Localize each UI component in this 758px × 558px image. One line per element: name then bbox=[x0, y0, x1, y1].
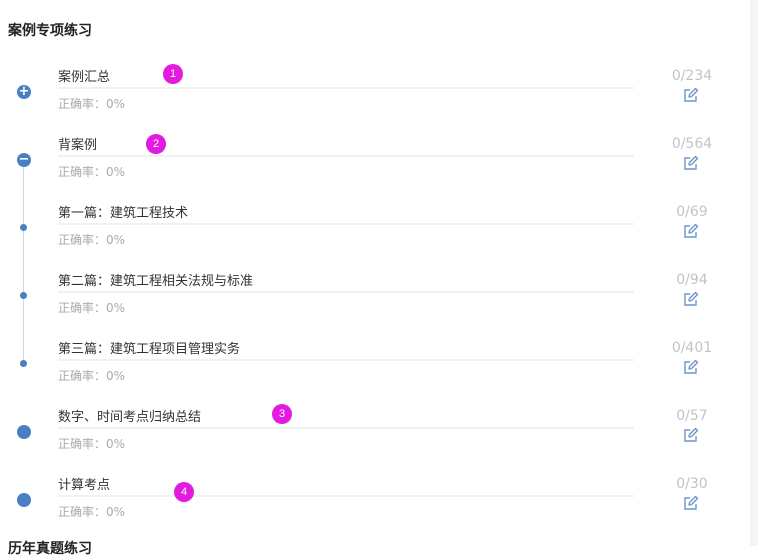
item-title[interactable]: 第二篇：建筑工程相关法规与标准 bbox=[58, 270, 253, 289]
timeline-dot-icon bbox=[17, 425, 31, 439]
item-count: 0/564 bbox=[671, 136, 713, 152]
item-title[interactable]: 背案例 bbox=[58, 134, 97, 153]
divider bbox=[58, 223, 634, 225]
item-accuracy: 正确率：0% bbox=[58, 165, 126, 179]
annotation-badge: 4 bbox=[174, 482, 194, 502]
item-title[interactable]: 第一篇：建筑工程技术 bbox=[58, 202, 188, 221]
item-accuracy: 正确率：0% bbox=[58, 369, 126, 383]
practice-panel: 案例专项练习 + 案例汇总 正确率：0% 0/234 1 − 背案例 正确率：0… bbox=[0, 0, 750, 557]
item-count: 0/401 bbox=[671, 340, 713, 356]
edit-icon[interactable] bbox=[683, 359, 699, 375]
timeline-dot-icon bbox=[20, 360, 27, 367]
edit-icon[interactable] bbox=[683, 495, 699, 511]
edit-icon[interactable] bbox=[683, 291, 699, 307]
section-title: 案例专项练习 bbox=[8, 23, 92, 39]
divider bbox=[58, 427, 634, 429]
item-count: 0/69 bbox=[676, 204, 708, 220]
plus-icon[interactable]: + bbox=[17, 85, 31, 99]
timeline-dot-icon bbox=[20, 292, 27, 299]
divider bbox=[58, 155, 634, 157]
edit-icon[interactable] bbox=[683, 427, 699, 443]
item-accuracy: 正确率：0% bbox=[58, 437, 126, 451]
timeline-dot-icon bbox=[17, 493, 31, 507]
item-accuracy: 正确率：0% bbox=[58, 505, 126, 519]
list-item-calculation-points[interactable]: 计算考点 正确率：0% 0/30 4 bbox=[0, 474, 750, 542]
list-item-part-two[interactable]: 第二篇：建筑工程相关法规与标准 正确率：0% 0/94 bbox=[0, 270, 750, 338]
item-title[interactable]: 第三篇：建筑工程项目管理实务 bbox=[58, 338, 240, 357]
divider bbox=[58, 359, 634, 361]
timeline-dot-icon bbox=[20, 224, 27, 231]
list-item-number-time-summary[interactable]: 数字、时间考点归纳总结 正确率：0% 0/57 3 bbox=[0, 404, 750, 474]
item-count: 0/94 bbox=[676, 272, 708, 288]
annotation-badge: 1 bbox=[163, 64, 183, 84]
next-section-title: 历年真题练习 bbox=[8, 541, 92, 557]
divider bbox=[58, 87, 634, 89]
divider bbox=[58, 495, 634, 497]
item-title[interactable]: 计算考点 bbox=[58, 474, 110, 493]
item-accuracy: 正确率：0% bbox=[58, 301, 126, 315]
annotation-badge: 2 bbox=[146, 134, 166, 154]
item-count: 0/57 bbox=[676, 408, 708, 424]
item-accuracy: 正确率：0% bbox=[58, 233, 126, 247]
edit-icon[interactable] bbox=[683, 155, 699, 171]
right-edge-background bbox=[750, 0, 758, 546]
item-count: 0/234 bbox=[671, 68, 713, 84]
list-item-recite-cases[interactable]: − 背案例 正确率：0% 0/564 2 bbox=[0, 134, 750, 202]
list-item-case-summary[interactable]: + 案例汇总 正确率：0% 0/234 1 bbox=[0, 64, 750, 134]
item-title[interactable]: 案例汇总 bbox=[58, 66, 110, 85]
item-accuracy: 正确率：0% bbox=[58, 97, 126, 111]
divider bbox=[58, 291, 634, 293]
edit-icon[interactable] bbox=[683, 87, 699, 103]
minus-icon[interactable]: − bbox=[17, 153, 31, 167]
list-item-part-three[interactable]: 第三篇：建筑工程项目管理实务 正确率：0% 0/401 bbox=[0, 338, 750, 406]
item-title[interactable]: 数字、时间考点归纳总结 bbox=[58, 406, 201, 425]
edit-icon[interactable] bbox=[683, 223, 699, 239]
item-count: 0/30 bbox=[676, 476, 708, 492]
list-item-part-one[interactable]: 第一篇：建筑工程技术 正确率：0% 0/69 bbox=[0, 202, 750, 270]
annotation-badge: 3 bbox=[272, 404, 292, 424]
